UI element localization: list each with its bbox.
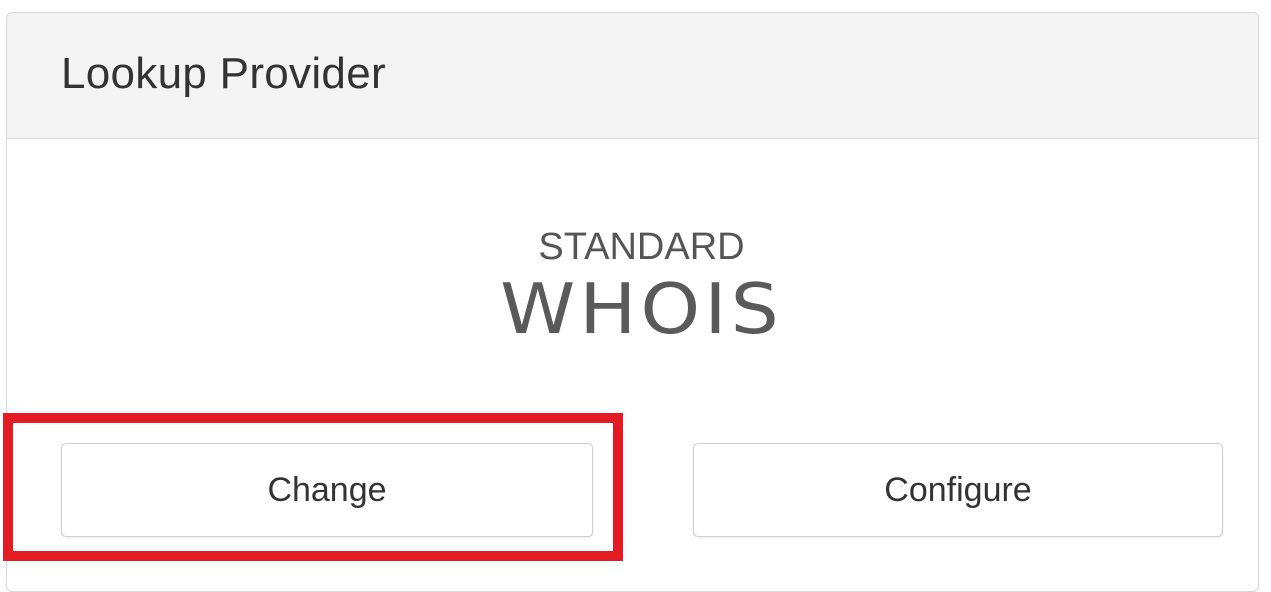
provider-logo-line1: STANDARD	[538, 226, 745, 268]
lookup-provider-panel: Lookup Provider STANDARD WHOIS Change Co…	[6, 12, 1259, 592]
provider-logo-line2: WHOIS	[500, 267, 783, 350]
change-button[interactable]: Change	[61, 443, 593, 537]
panel-header: Lookup Provider	[7, 13, 1258, 139]
configure-button[interactable]: Configure	[693, 443, 1223, 537]
panel-title: Lookup Provider	[61, 49, 386, 98]
provider-logo: STANDARD WHOIS	[7, 225, 1258, 349]
